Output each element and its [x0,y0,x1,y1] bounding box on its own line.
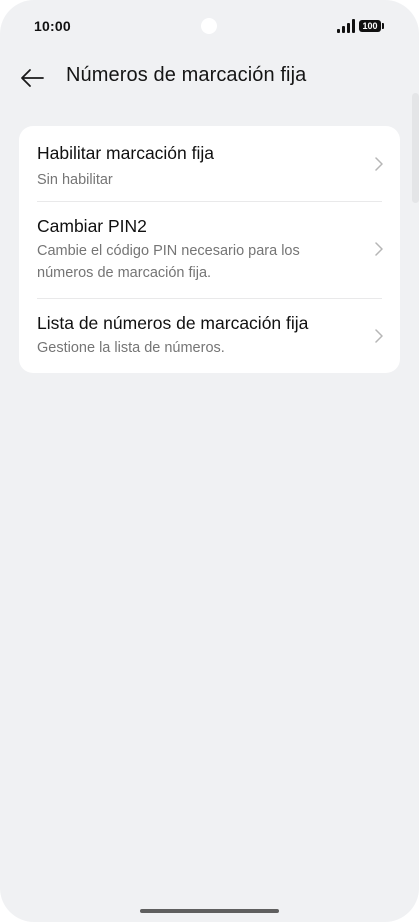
signal-icon [337,19,355,33]
fixed-dialing-list-item[interactable]: Lista de números de marcación fija Gesti… [19,299,400,373]
back-arrow-icon [21,69,44,87]
front-camera [201,18,217,34]
scrollbar[interactable] [412,93,419,203]
back-button[interactable] [16,62,48,94]
chevron-right-icon [375,329,383,343]
item-title: Cambiar PIN2 [37,216,147,236]
status-time: 10:00 [34,18,71,34]
item-subtitle: Cambie el código PIN necesario para los … [37,243,300,281]
change-pin2-item[interactable]: Cambiar PIN2 Cambie el código PIN necesa… [19,202,400,298]
home-indicator[interactable] [140,909,279,913]
item-subtitle: Gestione la lista de números. [37,340,225,356]
chevron-right-icon [375,157,383,171]
item-title: Lista de números de marcación fija [37,313,309,333]
settings-card: Habilitar marcación fija Sin habilitar C… [19,126,400,373]
item-title: Habilitar marcación fija [37,143,215,163]
page-title: Números de marcación fija [66,64,307,86]
item-subtitle: Sin habilitar [37,172,113,188]
header: Números de marcación fija [0,52,419,104]
status-bar: 10:00 100 [0,0,419,52]
screen: 10:00 100 Números de marcación fija Habi… [0,0,419,922]
enable-fixed-dialing-item[interactable]: Habilitar marcación fija Sin habilitar [19,126,400,201]
chevron-right-icon [375,242,383,256]
battery-icon: 100 [359,20,381,32]
battery-tip [382,23,384,29]
